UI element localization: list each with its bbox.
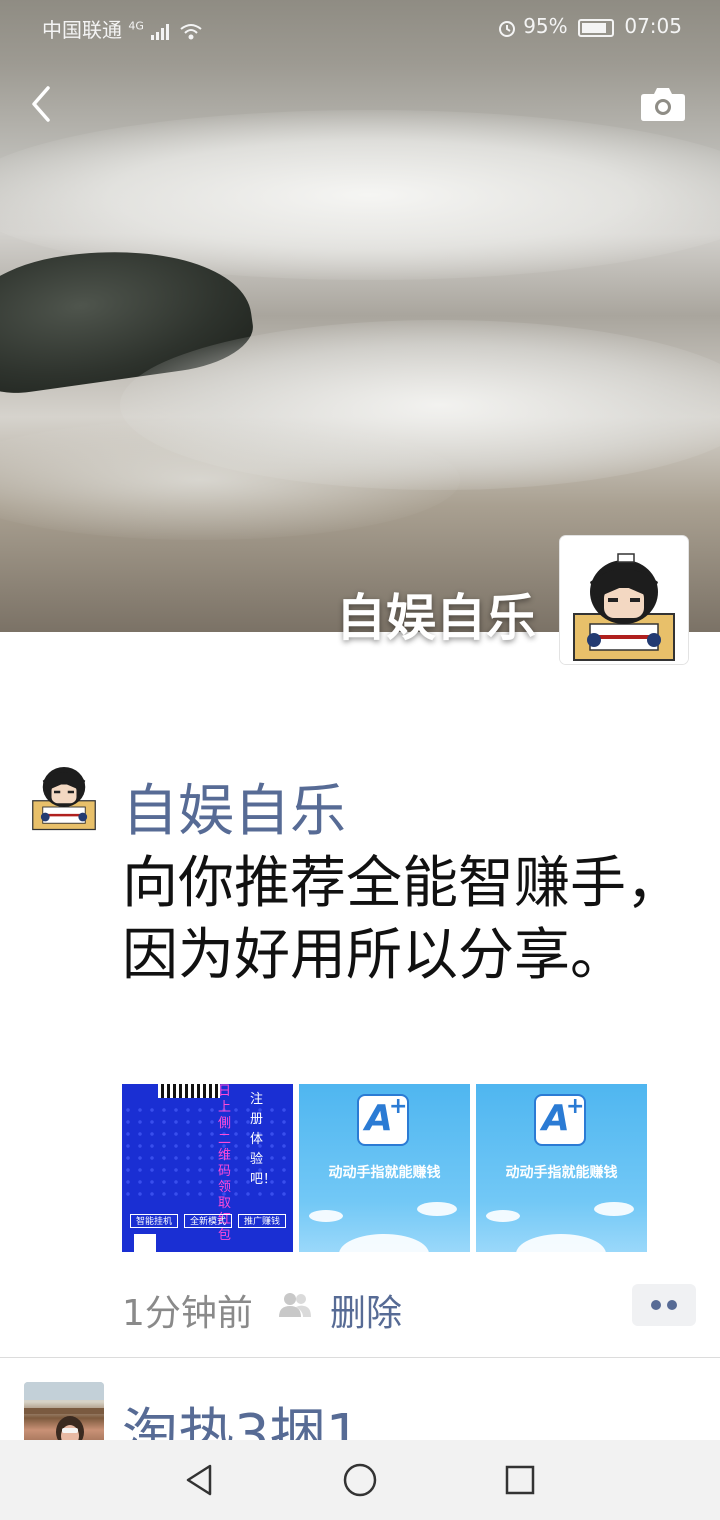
alarm-icon [498, 20, 515, 37]
camera-icon [641, 88, 685, 121]
dot-pattern [122, 1104, 293, 1204]
feed-post: 自娱自乐 向你推荐全能智赚手，因为好用所以分享。 日上側二维码领取红包 注册体验… [0, 740, 720, 1358]
carrier-label: 中国联通 [42, 18, 122, 42]
navigation-bar [0, 1440, 720, 1520]
qr-code-strip [158, 1084, 220, 1098]
cloud-shape [339, 1234, 429, 1252]
avatar [560, 536, 688, 664]
post-image[interactable]: 动动手指就能赚钱 [476, 1084, 647, 1252]
wifi-icon [179, 23, 202, 39]
image-caption: 动动手指就能赚钱 [328, 1165, 441, 1181]
post-image[interactable]: 动动手指就能赚钱 [299, 1084, 470, 1252]
cloud-shape [516, 1234, 606, 1252]
friends-icon [278, 1290, 312, 1320]
cloud-shape [309, 1210, 343, 1222]
battery-percent: 95% [523, 14, 568, 38]
post-avatar[interactable] [24, 752, 104, 832]
divider [0, 1357, 720, 1358]
image-caption: 动动手指就能赚钱 [505, 1165, 618, 1181]
image-tag: 推广赚钱 [238, 1214, 286, 1228]
app-logo-icon [357, 1094, 409, 1146]
delete-button[interactable]: 删除 [330, 1284, 402, 1336]
cloud-shape [417, 1202, 457, 1216]
image-tag: 智能挂机 [130, 1214, 178, 1228]
qr-code-icon [134, 1234, 156, 1252]
app-logo-icon [534, 1094, 586, 1146]
camera-button[interactable] [640, 86, 686, 122]
cover-username: 自娱自乐 [336, 589, 536, 647]
post-text: 向你推荐全能智赚手，因为好用所以分享。 [122, 851, 682, 988]
status-left: 中国联通 4G [42, 14, 203, 43]
image-button-row: 智能挂机 全新模式 推广赚钱 [130, 1214, 290, 1228]
square-recents-icon [505, 1465, 535, 1495]
image-tag: 全新模式 [184, 1214, 232, 1228]
more-dots-icon [651, 1300, 661, 1310]
signal-icon [151, 23, 170, 40]
nav-back-button[interactable] [180, 1460, 220, 1500]
post-image[interactable]: 日上側二维码领取红包 注册体验吧！ 智能挂机 全新模式 推广赚钱 [122, 1084, 293, 1252]
status-right: 95% 07:05 [497, 14, 682, 38]
more-dots-icon [667, 1300, 677, 1310]
avatar [24, 752, 104, 832]
battery-icon [578, 18, 614, 37]
chevron-left-icon [32, 86, 50, 122]
back-button[interactable] [24, 82, 64, 126]
post-meta: 1分钟前 删除 [122, 1280, 696, 1334]
post-image-grid: 日上側二维码领取红包 注册体验吧！ 智能挂机 全新模式 推广赚钱 动动手指就能赚… [122, 1084, 648, 1252]
nav-recents-button[interactable] [500, 1460, 540, 1500]
clock: 07:05 [624, 14, 682, 38]
status-bar: 中国联通 4G 95% 07:05 [0, 0, 720, 56]
image-side-text: 注册体验吧！ [250, 1092, 277, 1187]
triangle-back-icon [186, 1464, 212, 1496]
profile-avatar[interactable] [560, 536, 688, 664]
cloud-shape [594, 1202, 634, 1216]
circle-home-icon [343, 1463, 377, 1497]
nav-home-button[interactable] [340, 1460, 380, 1500]
post-username[interactable]: 自娱自乐 [122, 766, 346, 847]
more-button[interactable] [632, 1284, 696, 1326]
post-time: 1分钟前 [122, 1293, 253, 1334]
cloud-shape [486, 1210, 520, 1222]
network-label: 4G [128, 19, 144, 33]
